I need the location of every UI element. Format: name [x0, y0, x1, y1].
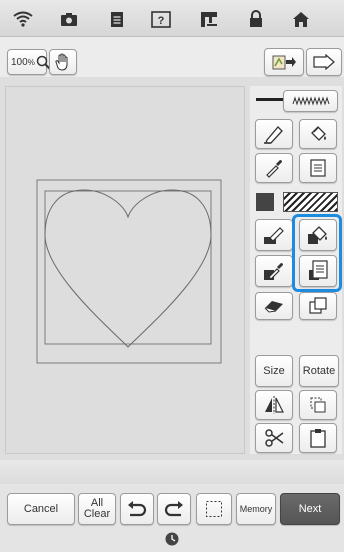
heart-outline — [44, 189, 212, 348]
export-button[interactable] — [306, 48, 342, 76]
clock-icon — [165, 532, 179, 546]
next-label: Next — [298, 503, 322, 515]
export-icon — [313, 54, 335, 70]
mirror-button[interactable] — [255, 390, 293, 420]
drawing-canvas[interactable] — [5, 86, 245, 454]
memory-button[interactable]: Memory — [236, 493, 276, 525]
redo-button[interactable] — [157, 493, 191, 525]
region-eyedropper-button[interactable] — [255, 255, 293, 287]
camera-icon[interactable] — [58, 8, 80, 30]
memory-label: Memory — [239, 504, 273, 514]
pen-icon — [263, 124, 285, 144]
size-button[interactable]: Size — [255, 355, 293, 387]
zoom-button[interactable]: 100% — [7, 49, 51, 75]
eraser-button[interactable] — [255, 292, 293, 320]
zoom-unit: % — [27, 57, 35, 67]
fill-pattern-button[interactable] — [283, 192, 338, 212]
help-icon[interactable]: ? — [150, 8, 172, 30]
brush-tool-button[interactable] — [255, 219, 293, 251]
eraser-icon — [263, 299, 285, 313]
canvas-artwork — [36, 179, 222, 364]
top-bar: ? — [0, 0, 344, 37]
zoom-value: 100 — [11, 56, 28, 68]
svg-text:?: ? — [158, 15, 165, 27]
all-clear-button[interactable]: All Clear — [78, 493, 116, 525]
lock-icon[interactable] — [245, 8, 267, 30]
machine-icon[interactable] — [198, 8, 220, 30]
cancel-button[interactable]: Cancel — [7, 493, 75, 525]
brush-icon — [263, 225, 285, 245]
cut-button[interactable] — [255, 423, 293, 453]
pen-tool-button[interactable] — [255, 119, 293, 149]
copy-button[interactable] — [299, 390, 337, 420]
clipboard-icon — [310, 428, 326, 448]
inner-frame — [44, 190, 212, 345]
eyedropper-fill-icon — [263, 260, 285, 282]
line-eyedropper-button[interactable] — [255, 153, 293, 183]
undo-icon — [126, 501, 148, 517]
select-frame-button[interactable] — [196, 493, 232, 525]
area-select-icon — [308, 297, 328, 315]
separator — [0, 460, 344, 484]
all-clear-line2: Clear — [83, 508, 111, 520]
zigzag-stitch-icon — [292, 96, 330, 106]
mirror-icon — [263, 396, 285, 414]
hand-pan-button[interactable] — [49, 49, 77, 75]
wifi-icon[interactable] — [12, 8, 34, 30]
bucket-icon — [308, 124, 328, 144]
line-sample — [256, 98, 284, 101]
paste-button[interactable] — [299, 423, 337, 453]
home-icon[interactable] — [290, 8, 312, 30]
area-select-button[interactable] — [299, 292, 337, 320]
list-icon — [310, 159, 326, 177]
outer-frame — [36, 179, 222, 364]
redo-icon — [163, 501, 185, 517]
line-property-button[interactable] — [299, 153, 337, 183]
dotted-rect-icon — [205, 500, 223, 518]
import-button[interactable] — [264, 48, 304, 76]
fill-color-swatch[interactable] — [256, 193, 274, 211]
import-icon — [271, 53, 297, 71]
copy-icon — [309, 396, 327, 414]
undo-button[interactable] — [120, 493, 154, 525]
hand-icon — [55, 53, 71, 71]
rotate-button[interactable]: Rotate — [299, 355, 339, 387]
cancel-label: Cancel — [23, 503, 59, 515]
selection-highlight — [292, 214, 342, 292]
rotate-label: Rotate — [302, 365, 336, 377]
line-eraser-button[interactable] — [299, 119, 337, 149]
line-type-button[interactable] — [283, 90, 338, 112]
size-label: Size — [263, 365, 285, 377]
eyedropper-icon — [264, 158, 284, 178]
document-icon[interactable] — [106, 8, 128, 30]
next-button[interactable]: Next — [280, 493, 340, 525]
scissors-icon — [264, 429, 284, 447]
